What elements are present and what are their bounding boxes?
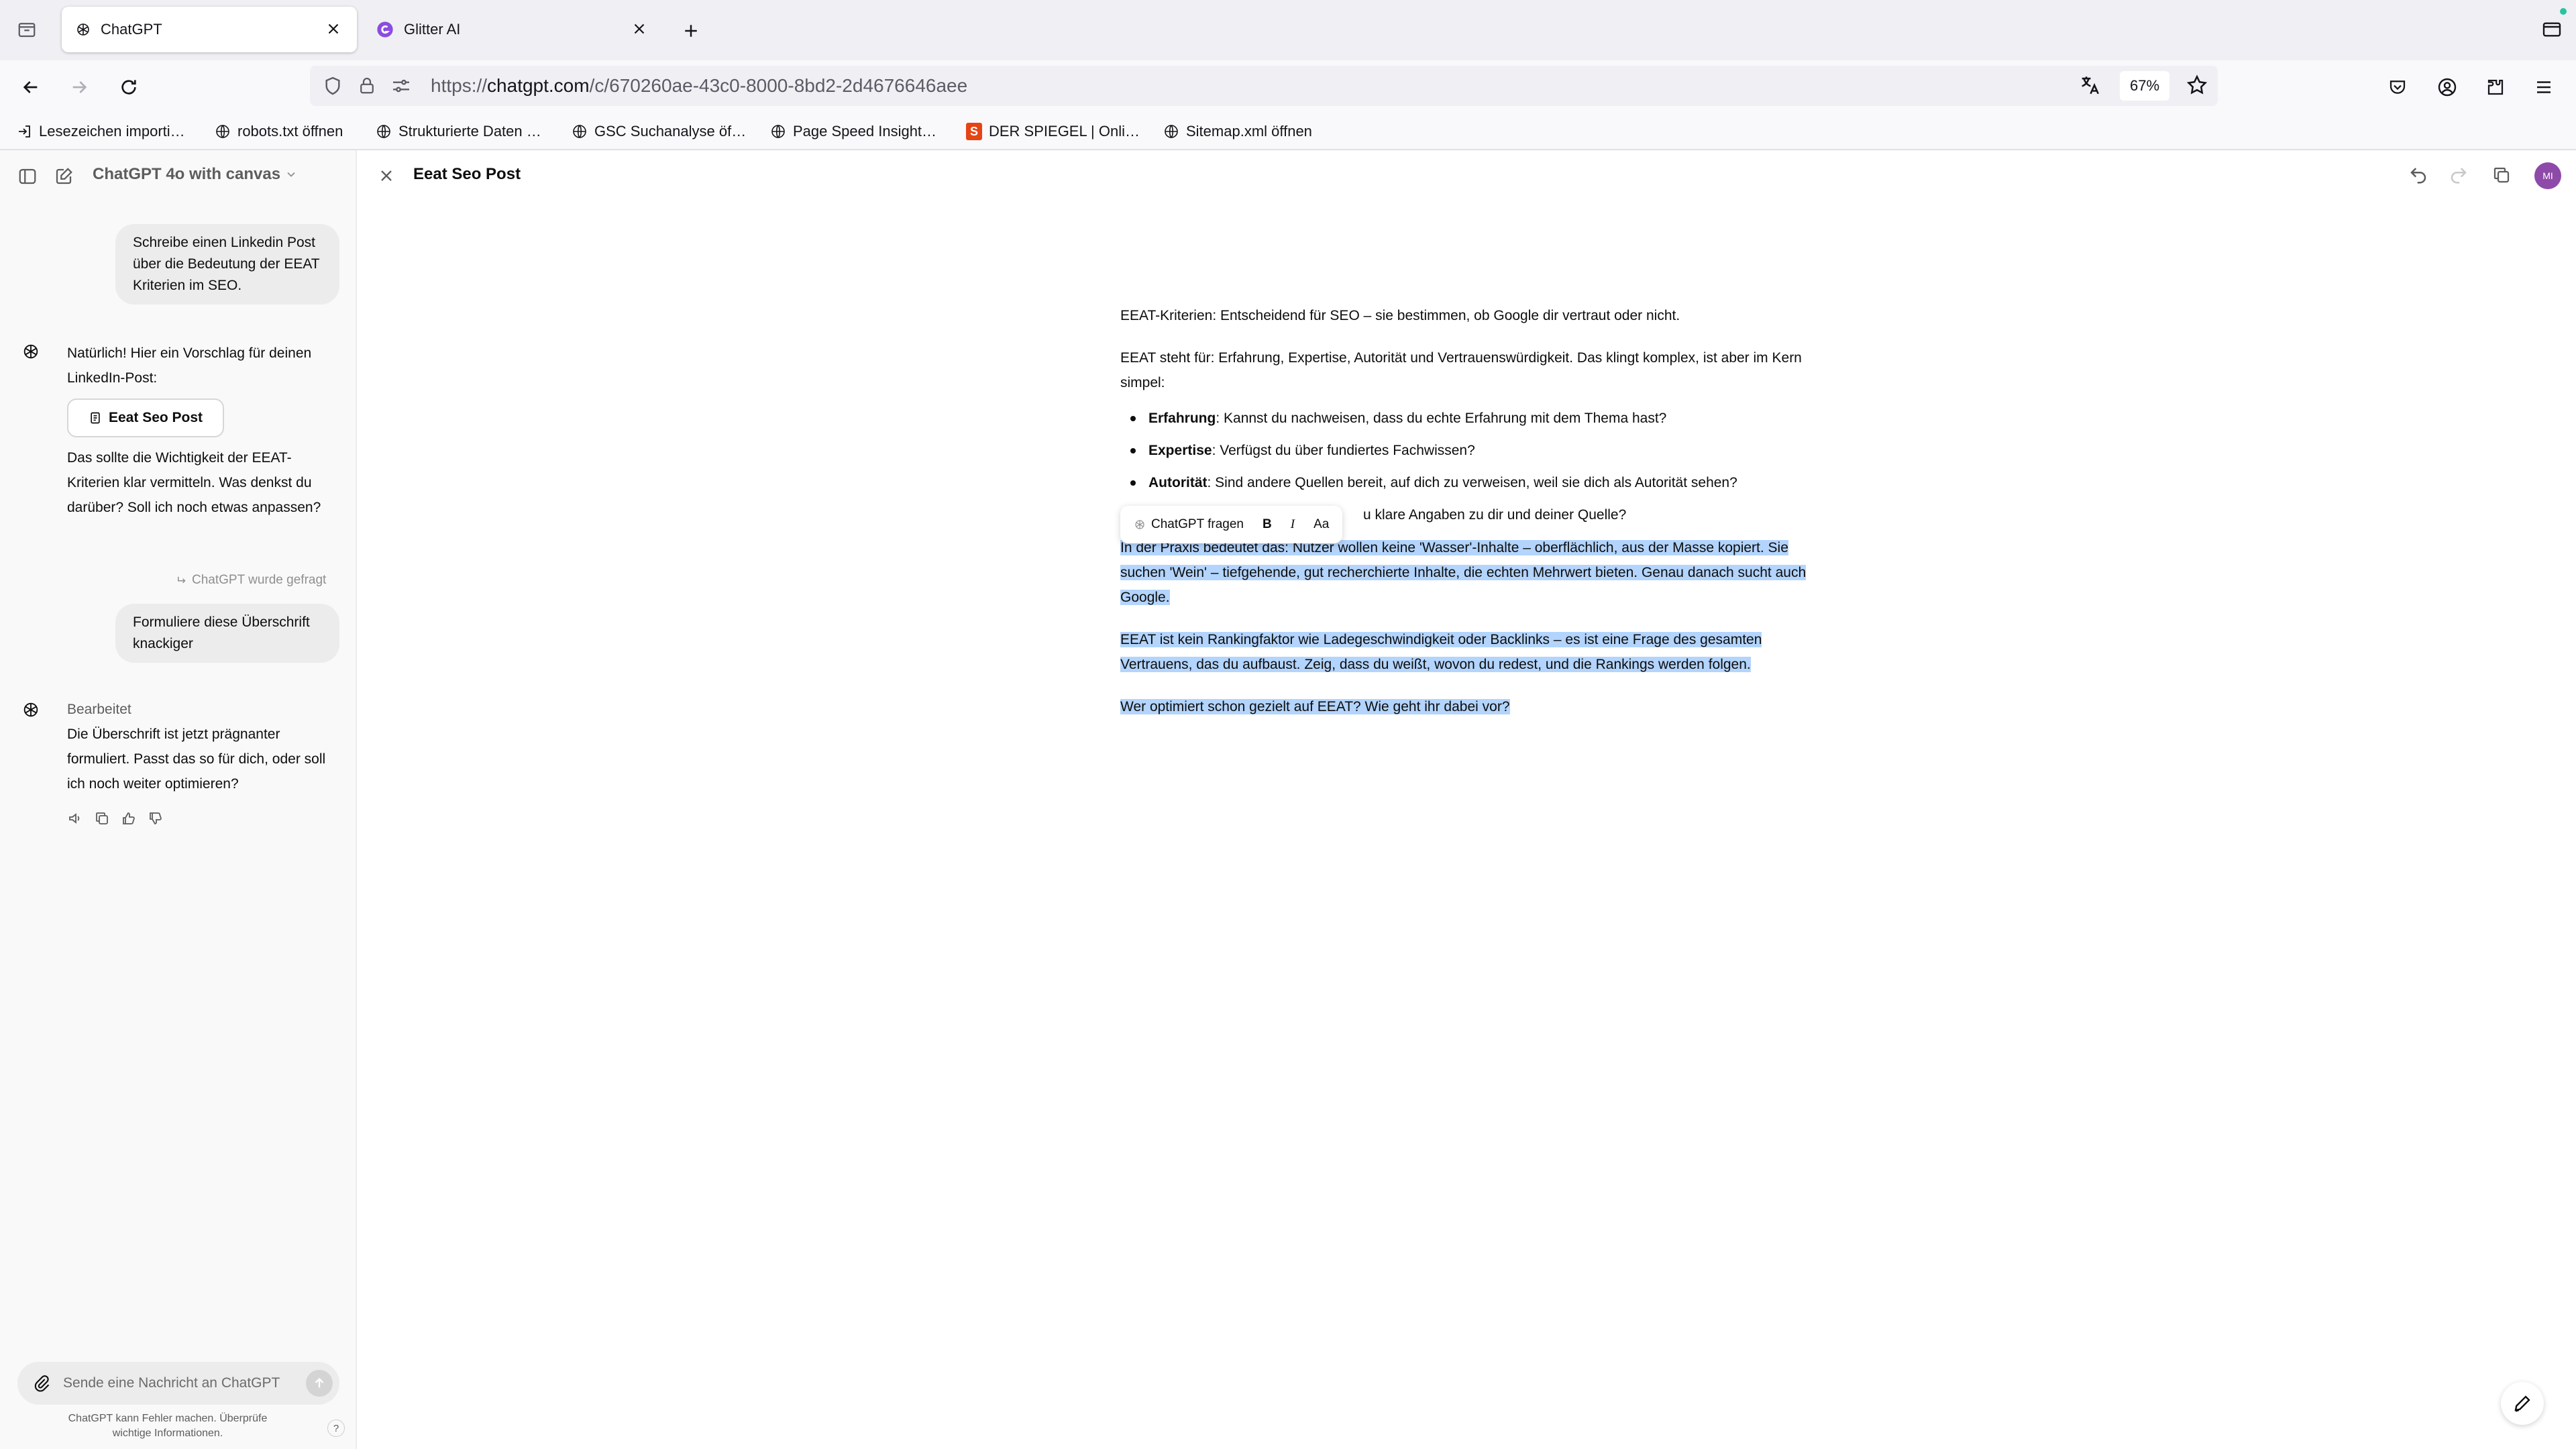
assistant-message: Natürlich! Hier ein Vorschlag für deinen… <box>67 345 312 386</box>
undo-icon[interactable] <box>2408 165 2428 185</box>
chat-sidebar: ChatGPT 4o with canvas Schreibe einen Li… <box>0 150 357 1449</box>
thumbs-down-icon[interactable] <box>148 810 164 826</box>
close-canvas-icon[interactable] <box>377 166 396 185</box>
list-item: Autorität: Sind andere Quellen bereit, a… <box>1120 470 1818 495</box>
close-tab-icon[interactable] <box>631 20 648 38</box>
reply-arrow-icon <box>178 576 186 584</box>
url-bar[interactable]: https://chatgpt.com/c/670260ae-43c0-8000… <box>310 66 2218 106</box>
pen-icon <box>2514 1395 2530 1412</box>
forward-icon[interactable] <box>64 72 94 102</box>
edited-label: Bearbeitet <box>67 702 131 717</box>
globe-icon <box>573 125 586 138</box>
italic-button[interactable]: I <box>1284 511 1301 538</box>
redo-icon[interactable] <box>2449 165 2469 185</box>
canvas-title: Eeat Seo Post <box>413 165 521 183</box>
user-message: Formuliere diese Überschrift knackiger <box>115 604 339 663</box>
thumbs-up-icon[interactable] <box>121 810 137 826</box>
globe-icon <box>216 125 229 138</box>
ask-chatgpt-button[interactable]: ChatGPT fragen <box>1127 511 1250 538</box>
document-icon <box>91 412 100 424</box>
message-actions <box>67 810 164 826</box>
help-button[interactable]: ? <box>327 1419 345 1437</box>
copy-icon[interactable] <box>94 810 110 826</box>
bookmark-gsc[interactable]: GSC Suchanalyse öf… <box>572 119 746 144</box>
assistant-message: Die Überschrift ist jetzt prägnanter for… <box>67 727 326 792</box>
toggle-sidebar-icon[interactable] <box>17 166 38 186</box>
doc-paragraph-ranking: EEAT ist kein Rankingfaktor wie Ladegesc… <box>1120 632 1762 672</box>
tab-glitter-ai[interactable]: Glitter AI <box>368 7 663 52</box>
user-avatar[interactable]: MI <box>2534 162 2561 189</box>
arrow-up-icon <box>315 1377 324 1388</box>
assistant-message: Das sollte die Wichtigkeit der EEAT-Krit… <box>67 450 321 515</box>
translate-icon[interactable] <box>2078 74 2101 97</box>
tab-overview-icon[interactable] <box>15 17 39 42</box>
bookmark-robots[interactable]: robots.txt öffnen <box>215 119 343 144</box>
bookmark-pagespeed[interactable]: Page Speed Insight… <box>770 119 936 144</box>
bookmarks-bar: Lesezeichen importi… robots.txt öffnen S… <box>0 113 2576 150</box>
asked-chatgpt-note: ChatGPT wurde gefragt <box>176 573 326 588</box>
openai-logo-icon <box>75 21 91 38</box>
lock-icon[interactable] <box>357 75 377 95</box>
tab-label: Glitter AI <box>404 21 461 38</box>
copy-document-icon[interactable] <box>2491 165 2512 185</box>
openai-logo-icon <box>1135 520 1144 529</box>
globe-icon <box>377 125 390 138</box>
list-item: Expertise: Verfügst du über fundiertes F… <box>1120 438 1818 463</box>
site-permissions-icon[interactable] <box>390 75 412 97</box>
import-icon <box>19 125 30 138</box>
glitter-logo-icon <box>376 20 394 39</box>
tab-chatgpt[interactable]: ChatGPT <box>62 7 357 52</box>
url-text[interactable]: https://chatgpt.com/c/670260ae-43c0-8000… <box>431 75 967 97</box>
doc-heading-line: EEAT-Kriterien: Entscheidend für SEO – s… <box>1120 308 1680 323</box>
menu-hamburger-icon[interactable] <box>2529 72 2559 102</box>
tab-label: ChatGPT <box>101 21 162 38</box>
bookmark-sitemap[interactable]: Sitemap.xml öffnen <box>1163 119 1312 144</box>
browser-tab-bar: ChatGPT Glitter AI <box>0 0 2576 60</box>
spiegel-icon: S <box>966 123 982 140</box>
extensions-icon[interactable] <box>2481 72 2510 102</box>
shield-icon[interactable] <box>322 75 343 97</box>
send-button[interactable] <box>306 1370 333 1397</box>
back-icon[interactable] <box>16 72 46 102</box>
canvas-editor: Eeat Seo Post MI EEAT-Kriterien: Entsche… <box>358 150 2576 1449</box>
doc-paragraph-praxis: In der Praxis bedeutet das: Nutzer wolle… <box>1120 540 1807 605</box>
close-tab-icon[interactable] <box>325 20 342 38</box>
bold-button[interactable]: B <box>1256 511 1279 538</box>
globe-icon <box>1165 125 1178 138</box>
message-input[interactable] <box>63 1371 305 1395</box>
globe-icon <box>771 125 785 138</box>
window-list-icon[interactable] <box>2538 16 2565 43</box>
update-dot-icon <box>2560 8 2567 15</box>
new-tab-icon[interactable] <box>678 17 704 44</box>
text-size-button[interactable]: Aa <box>1307 511 1336 538</box>
message-composer <box>17 1362 339 1405</box>
zoom-level-button[interactable]: 67% <box>2120 71 2169 101</box>
browser-navigation-bar: https://chatgpt.com/c/670260ae-43c0-8000… <box>0 60 2576 113</box>
canvas-document-chip[interactable]: Eeat Seo Post <box>67 398 225 437</box>
reload-icon[interactable] <box>114 72 144 102</box>
edit-suggestions-button[interactable] <box>2501 1382 2544 1425</box>
attach-paperclip-icon[interactable] <box>32 1374 51 1393</box>
disclaimer-text: ChatGPT kann Fehler machen. Überprüfe wi… <box>68 1413 268 1439</box>
user-message: Schreibe einen Linkedin Post über die Be… <box>115 224 339 305</box>
bookmark-import[interactable]: Lesezeichen importi… <box>16 119 185 144</box>
bookmark-star-icon[interactable] <box>2186 74 2208 97</box>
openai-logo-icon <box>21 700 40 719</box>
doc-intro: EEAT steht für: Erfahrung, Expertise, Au… <box>1120 350 1802 390</box>
bookmark-spiegel[interactable]: S DER SPIEGEL | Onli… <box>966 119 1140 144</box>
read-aloud-icon[interactable] <box>67 810 83 826</box>
openai-logo-icon <box>21 342 40 361</box>
pocket-icon[interactable] <box>2383 72 2412 102</box>
bookmark-structured-data[interactable]: Strukturierte Daten … <box>376 119 541 144</box>
list-item: Erfahrung: Kannst du nachweisen, dass du… <box>1120 406 1818 431</box>
new-chat-icon[interactable] <box>54 166 74 186</box>
account-icon[interactable] <box>2432 72 2462 102</box>
doc-closing-question: Wer optimiert schon gezielt auf EEAT? Wi… <box>1120 699 1510 714</box>
selection-toolbar: ChatGPT fragen B I Aa <box>1120 506 1343 543</box>
model-selector[interactable]: ChatGPT 4o with canvas <box>93 165 298 184</box>
chevron-down-icon <box>287 172 295 177</box>
